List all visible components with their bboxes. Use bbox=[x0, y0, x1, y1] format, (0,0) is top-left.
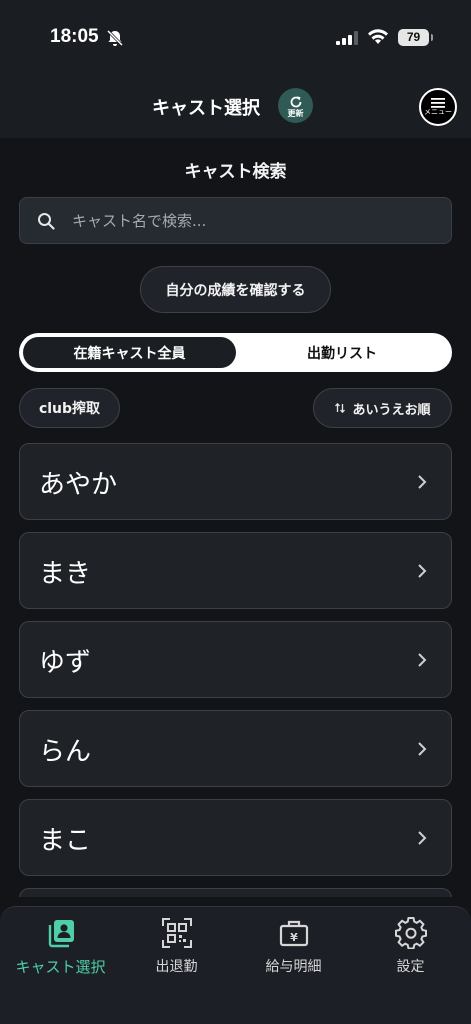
app-header: キャスト選択 更新 メニュー bbox=[0, 78, 471, 138]
nav-label: 設定 bbox=[396, 959, 425, 975]
refresh-icon bbox=[290, 95, 301, 107]
status-bar: 18:05 79 bbox=[0, 0, 471, 78]
view-my-performance-button[interactable]: 自分の成績を確認する bbox=[140, 266, 331, 313]
cast-name: らん bbox=[39, 737, 92, 767]
nav-item-salary[interactable]: ¥ 給与明細 bbox=[235, 917, 352, 976]
svg-text:¥: ¥ bbox=[290, 931, 298, 944]
hamburger-icon bbox=[431, 98, 445, 108]
chevron-right-icon bbox=[418, 475, 427, 489]
cast-item[interactable]: ゆず bbox=[19, 621, 452, 698]
salary-icon: ¥ bbox=[279, 920, 308, 947]
search-section-title: キャスト検索 bbox=[184, 162, 287, 182]
cast-item[interactable]: まこ bbox=[19, 799, 452, 876]
cast-name: あやか bbox=[39, 470, 118, 500]
nav-item-attendance[interactable]: 出退勤 bbox=[118, 917, 235, 976]
wifi-icon bbox=[368, 29, 388, 44]
nav-label: 出退勤 bbox=[155, 959, 198, 975]
nav-label: 給与明細 bbox=[265, 959, 322, 975]
sort-arrows-icon bbox=[335, 402, 346, 414]
search-input[interactable] bbox=[70, 198, 440, 243]
cast-name: まき bbox=[39, 559, 92, 589]
sort-label: あいうえお順 bbox=[352, 402, 431, 418]
cast-name: ゆず bbox=[39, 648, 92, 678]
chevron-right-icon bbox=[418, 831, 427, 845]
refresh-label: 更新 bbox=[287, 108, 304, 118]
chevron-right-icon bbox=[418, 653, 427, 667]
gear-icon bbox=[394, 917, 427, 949]
chevron-right-icon bbox=[418, 564, 427, 578]
cast-select-icon bbox=[48, 920, 74, 948]
menu-button[interactable]: メニュー bbox=[419, 88, 457, 126]
search-icon bbox=[38, 213, 55, 230]
menu-label: メニュー bbox=[424, 108, 452, 116]
sort-button[interactable]: あいうえお順 bbox=[313, 388, 452, 428]
nav-item-settings[interactable]: 設定 bbox=[352, 917, 469, 976]
club-filter-button[interactable]: club搾取 bbox=[19, 388, 120, 428]
tab-attendance-list[interactable]: 出勤リスト bbox=[236, 337, 448, 368]
qr-code-icon bbox=[161, 918, 192, 948]
page-title: キャスト選択 bbox=[152, 98, 260, 119]
cast-item-partial[interactable] bbox=[19, 888, 452, 897]
tab-all-casts[interactable]: 在籍キャスト全員 bbox=[23, 337, 236, 368]
signal-icon bbox=[336, 31, 358, 45]
nav-label: キャスト選択 bbox=[15, 958, 106, 976]
cast-item[interactable]: らん bbox=[19, 710, 452, 787]
cast-list-tabs: 在籍キャスト全員 出勤リスト bbox=[19, 333, 452, 372]
cast-name: まこ bbox=[39, 826, 92, 856]
cast-item[interactable]: まき bbox=[19, 532, 452, 609]
cast-list: あやか まき ゆず らん まこ bbox=[19, 443, 452, 897]
status-time: 18:05 bbox=[50, 26, 99, 47]
cast-item[interactable]: あやか bbox=[19, 443, 452, 520]
nav-item-cast-select[interactable]: キャスト選択 bbox=[2, 917, 119, 977]
bottom-nav: キャスト選択 出退勤 ¥ 給与明細 設定 bbox=[0, 906, 471, 1024]
refresh-button[interactable]: 更新 bbox=[278, 88, 313, 123]
chevron-right-icon bbox=[418, 742, 427, 756]
search-box[interactable] bbox=[19, 197, 452, 244]
battery-indicator: 79 bbox=[398, 29, 433, 46]
bell-muted-icon bbox=[106, 29, 124, 47]
